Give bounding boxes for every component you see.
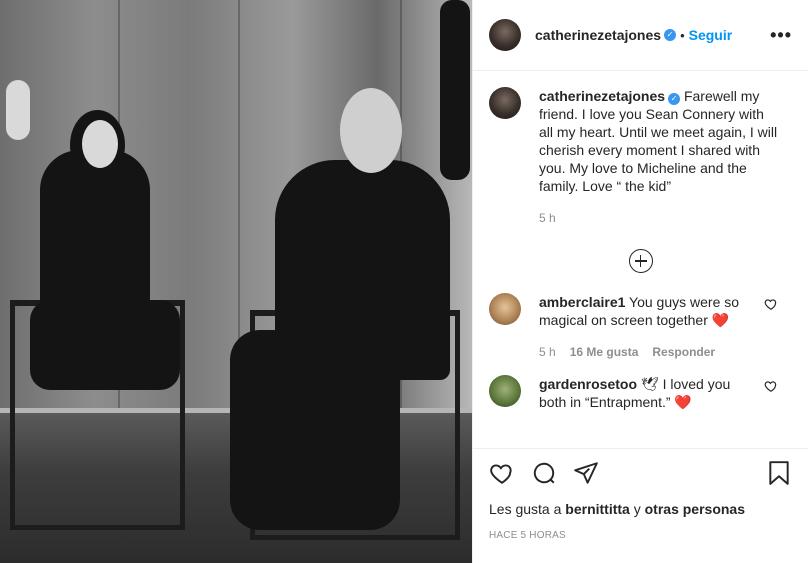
instagram-post: catherinezetajones ✓ • Seguir ••• cather… [0,0,808,563]
bookmark-icon[interactable] [766,460,792,486]
likes-first-user[interactable]: bernittitta [565,501,630,517]
load-more-comments[interactable] [489,249,792,273]
verified-badge-icon: ✓ [664,29,677,41]
verified-badge-icon: ✓ [668,93,681,105]
man-legs [230,330,400,530]
woman-face [82,120,118,168]
post-photo[interactable] [0,0,472,563]
post-header: catherinezetajones ✓ • Seguir ••• [473,0,808,71]
post-side-panel: catherinezetajones ✓ • Seguir ••• cather… [472,0,808,563]
header-separator: • [680,27,685,43]
comment-like-heart-icon[interactable] [764,379,778,393]
post-actions-area: Les gusta a bernittitta y otras personas… [473,448,808,563]
plus-circle-icon[interactable] [628,249,653,273]
comment-item: amberclaire1 You guys were so magical on… [489,293,792,361]
comment-username[interactable]: gardenrosetoo [539,376,637,392]
caption: catherinezetajones ✓ Farewell my friend. … [489,87,792,227]
dove-emoji: 🕊 [640,376,659,392]
heart-emoji: ❤️ [674,394,692,410]
heart-emoji: ❤️ [711,312,730,328]
action-bar [489,461,792,485]
commenter-avatar[interactable] [489,375,521,407]
heart-icon[interactable] [489,460,515,486]
woman-legs [30,300,180,390]
comments-list: catherinezetajones ✓ Farewell my friend. … [473,71,808,448]
more-options-icon[interactable]: ••• [770,25,792,46]
follow-button[interactable]: Seguir [689,27,733,43]
commenter-avatar[interactable] [489,293,521,325]
likes-summary: Les gusta a bernittitta y otras personas [489,501,792,517]
likes-connector: y [633,501,641,517]
man-raised-arm [440,0,470,180]
share-icon[interactable] [573,460,599,486]
comment-time[interactable]: 5 h [539,343,556,361]
caption-avatar[interactable] [489,87,521,119]
comment-icon[interactable] [531,460,557,486]
reply-button[interactable]: Responder [652,343,715,361]
comment-like-heart-icon[interactable] [764,297,778,311]
woman-raised-arm [6,80,30,140]
likes-others-link[interactable]: otras personas [645,501,745,517]
caption-time[interactable]: 5 h [539,209,556,227]
comment-likes[interactable]: 16 Me gusta [570,343,639,361]
man-face [340,88,402,173]
post-time-ago[interactable]: HACE 5 HORAS [489,530,792,541]
comment-item: gardenrosetoo 🕊 I loved you both in “Ent… [489,375,792,411]
author-avatar[interactable] [489,19,521,51]
comment-username[interactable]: amberclaire1 [539,294,625,310]
author-username[interactable]: catherinezetajones [535,27,661,43]
caption-username[interactable]: catherinezetajones [539,88,665,104]
likes-prefix: Les gusta a [489,501,562,517]
